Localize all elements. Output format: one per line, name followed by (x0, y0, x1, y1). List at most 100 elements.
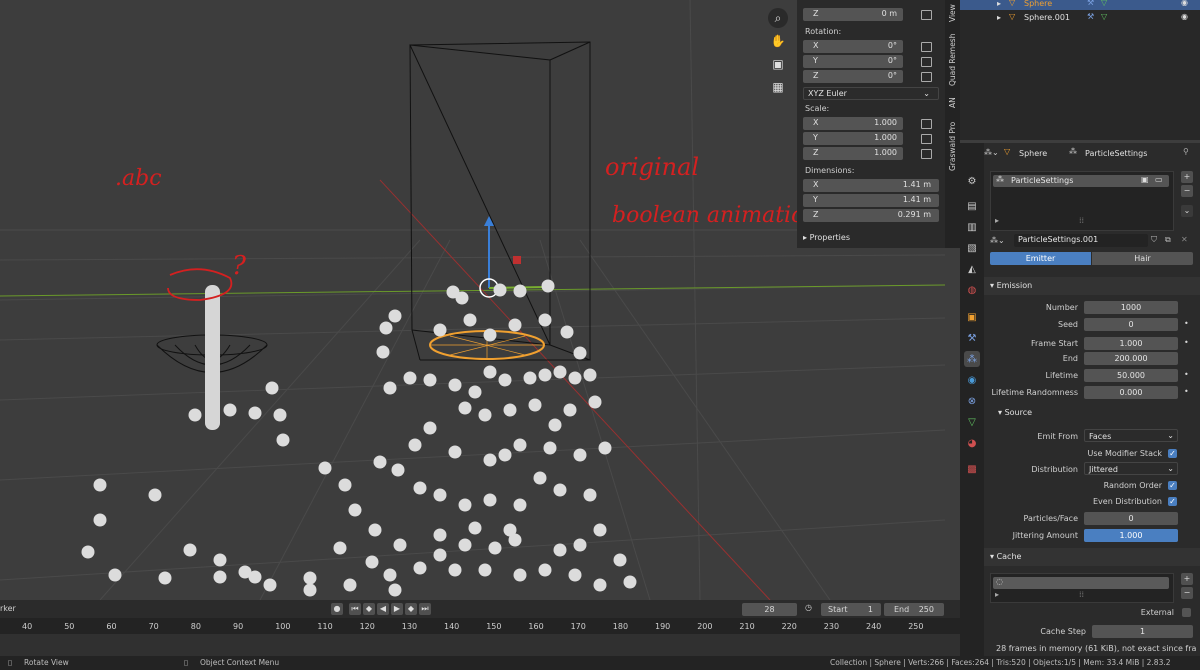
cache-list[interactable]: ◌ ▸ ⁞⁞ (990, 573, 1174, 603)
camera-icon[interactable]: ▣ (768, 54, 788, 74)
rotation-y-field[interactable]: Y 0° (803, 55, 903, 68)
stopwatch-icon[interactable]: ◷ (805, 603, 817, 615)
lock-icon[interactable] (921, 149, 932, 159)
frame-start-field[interactable]: 1.000 (1084, 337, 1178, 350)
next-keyframe-button[interactable]: ◆ (405, 603, 417, 615)
lock-icon[interactable] (921, 57, 932, 67)
keyframe-dot-icon[interactable]: • (1184, 338, 1189, 347)
tab-quad-remesh[interactable]: Quad Remesh (945, 30, 960, 90)
random-order-checkbox[interactable]: ✓ (1168, 481, 1177, 490)
current-frame-field[interactable]: 28 (742, 603, 797, 616)
world-icon[interactable]: ◍ (964, 282, 980, 298)
visibility-eye-icon[interactable]: ◉ (1181, 0, 1188, 7)
timeline-track[interactable] (0, 634, 960, 656)
object-icon[interactable]: ▣ (964, 309, 980, 325)
chevron-right-icon[interactable]: ▸ (995, 216, 999, 225)
pan-hand-icon[interactable]: ✋ (768, 31, 788, 51)
tool-icon[interactable]: ⚙ (964, 173, 980, 189)
location-z-field[interactable]: Z 0 m (803, 8, 903, 21)
particles-icon[interactable]: ⁂ (964, 351, 980, 367)
add-slot-button[interactable]: + (1181, 171, 1193, 183)
scale-z-field[interactable]: Z 1.000 (803, 147, 903, 160)
emission-panel-header[interactable]: ▾ Emission (984, 277, 1200, 295)
zoom-icon[interactable]: ⌕ (768, 8, 788, 28)
remove-cache-button[interactable]: − (1181, 587, 1193, 599)
fake-user-shield-icon[interactable]: ⛉ (1151, 235, 1157, 245)
editor-type-icon[interactable]: ⁂⌄ (984, 148, 999, 157)
lifetime-randomness-field[interactable]: 0.000 (1084, 386, 1178, 399)
render-icon[interactable]: ▤ (964, 198, 980, 214)
pin-icon[interactable]: ⚲ (1183, 147, 1189, 156)
resize-handle-icon[interactable]: ⁞⁞ (1079, 590, 1084, 599)
lock-icon[interactable] (921, 42, 932, 52)
end-frame-field[interactable]: End 250 (884, 603, 944, 616)
tab-hair[interactable]: Hair (1092, 252, 1193, 265)
dimensions-z-field[interactable]: Z 0.291 m (803, 209, 939, 222)
distribution-dropdown[interactable]: Jittered ⌄ (1084, 462, 1178, 475)
lock-icon[interactable] (921, 72, 932, 82)
specials-menu-button[interactable]: ⌄ (1181, 205, 1193, 217)
cache-panel-header[interactable]: ▾ Cache (984, 548, 1200, 566)
jittering-amount-slider[interactable]: 1.000 (1084, 529, 1178, 542)
material-icon[interactable]: ◕ (964, 435, 980, 451)
keyframe-dot-button[interactable]: ● (331, 603, 343, 615)
external-checkbox[interactable] (1182, 608, 1191, 617)
texture-icon[interactable]: ▩ (964, 461, 980, 477)
keyframe-dot-icon[interactable]: • (1184, 319, 1189, 328)
use-modifier-stack-checkbox[interactable]: ✓ (1168, 449, 1177, 458)
start-frame-field[interactable]: Start 1 (821, 603, 881, 616)
physics-icon[interactable]: ◉ (964, 372, 980, 388)
remove-slot-button[interactable]: − (1181, 185, 1193, 197)
close-icon[interactable]: ✕ (1181, 235, 1188, 244)
play-reverse-button[interactable]: ◀ (377, 603, 389, 615)
previous-keyframe-button[interactable]: ◆ (363, 603, 375, 615)
jump-start-button[interactable]: ⏮ (349, 603, 361, 615)
emit-from-dropdown[interactable]: Faces ⌄ (1084, 429, 1178, 442)
tab-an[interactable]: AN (945, 93, 960, 113)
camera-icon[interactable]: ▣ (1141, 175, 1149, 184)
lifetime-field[interactable]: 50.000 (1084, 369, 1178, 382)
rotation-z-field[interactable]: Z 0° (803, 70, 903, 83)
list-item[interactable]: ◌ (993, 577, 1169, 589)
scene-icon[interactable]: ◭ (964, 261, 980, 277)
play-button[interactable]: ▶ (391, 603, 403, 615)
particles-icon[interactable]: ⁂⌄ (990, 236, 1005, 245)
tab-emitter[interactable]: Emitter (990, 252, 1091, 265)
tab-view[interactable]: View (945, 0, 960, 26)
scale-x-field[interactable]: X 1.000 (803, 117, 903, 130)
outliner-row-sphere-001[interactable]: ▸ ▽ Sphere.001 ⚒ ▽ ◉ (960, 12, 1200, 25)
constraints-icon[interactable]: ⊗ (964, 393, 980, 409)
lock-icon[interactable] (921, 119, 932, 129)
keyframe-dot-icon[interactable]: • (1184, 387, 1189, 396)
dimensions-y-field[interactable]: Y 1.41 m (803, 194, 939, 207)
visibility-eye-icon[interactable]: ◉ (1181, 12, 1188, 21)
resize-handle-icon[interactable]: ⁞⁞ (1079, 216, 1084, 225)
end-field[interactable]: 200.000 (1084, 352, 1178, 365)
number-field[interactable]: 1000 (1084, 301, 1178, 314)
rotation-x-field[interactable]: X 0° (803, 40, 903, 53)
particle-system-list[interactable]: ⁂ ParticleSettings ▣ ▭ ▸ ⁞⁞ (990, 171, 1174, 231)
keyframe-dot-icon[interactable]: • (1184, 370, 1189, 379)
even-distribution-checkbox[interactable]: ✓ (1168, 497, 1177, 506)
jump-end-button[interactable]: ⏭ (419, 603, 431, 615)
lock-icon[interactable] (921, 134, 932, 144)
scale-y-field[interactable]: Y 1.000 (803, 132, 903, 145)
view-layer-icon[interactable]: ▧ (964, 240, 980, 256)
list-item[interactable]: ⁂ ParticleSettings ▣ ▭ (993, 175, 1169, 187)
mesh-data-icon[interactable]: ▽ (964, 414, 980, 430)
cache-step-field[interactable]: 1 (1092, 625, 1193, 638)
monitor-icon[interactable]: ▭ (1155, 175, 1163, 184)
seed-field[interactable]: 0 (1084, 318, 1178, 331)
rotation-mode-dropdown[interactable]: XYZ Euler ⌄ (803, 87, 939, 100)
tab-graswald-pro[interactable]: Graswald Pro (945, 117, 960, 175)
lock-icon[interactable] (921, 10, 932, 20)
dimensions-x-field[interactable]: X 1.41 m (803, 179, 939, 192)
output-icon[interactable]: ▥ (964, 219, 980, 235)
chevron-right-icon[interactable]: ▸ (995, 590, 999, 599)
particle-settings-name-field[interactable]: ParticleSettings.001 (1014, 234, 1148, 247)
duplicate-icon[interactable]: ⧉ (1165, 235, 1171, 245)
source-subpanel-header[interactable]: ▾ Source (998, 408, 1032, 417)
grid-view-icon[interactable]: ▦ (768, 77, 788, 97)
modifier-wrench-icon[interactable]: ⚒ (964, 330, 980, 346)
properties-panel-header[interactable]: ▸ Properties (803, 233, 850, 242)
